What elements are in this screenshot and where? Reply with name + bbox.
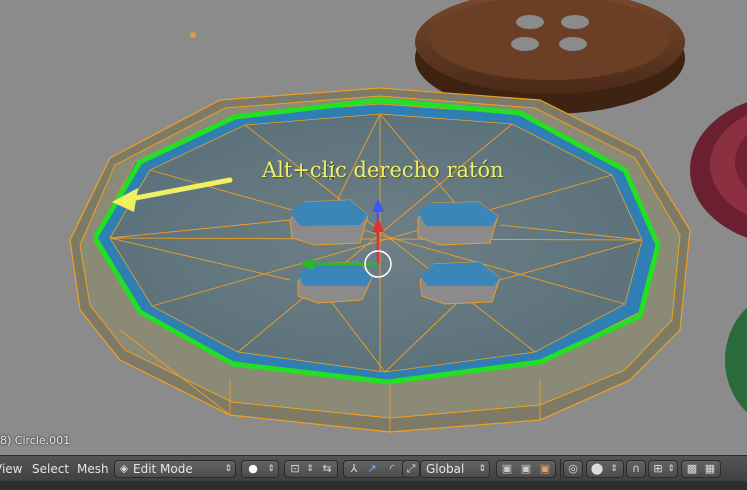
transform-orientation-dropdown[interactable]: Global ⇕ [420, 460, 490, 478]
manipulator-toggles[interactable]: ⅄ ↗ ◜ [343, 460, 405, 478]
active-object-label: 8) Circle.001 [0, 434, 71, 447]
dropdown-arrows-icon: ⇕ [610, 464, 618, 474]
scale-manipulator-button[interactable]: ⤢ [402, 460, 420, 478]
vertex-select-icon: ▣ [501, 462, 513, 475]
header-separator [560, 459, 561, 479]
3d-view-header: View Select Mesh ◈ Edit Mode ⇕ ● ⇕ ⊡ ⇕ ⇆… [0, 455, 747, 482]
select-mode-buttons[interactable]: ▣ ▣ ▣ [496, 460, 556, 478]
dropdown-arrows-icon: ⇕ [306, 464, 314, 474]
dropdown-arrows-icon: ⇕ [224, 464, 232, 474]
manipulator-center-icon: ⇆ [322, 462, 332, 475]
occlude-geometry-icon: ◎ [568, 462, 578, 475]
render-animation-icon: ▦ [704, 462, 716, 475]
edited-button-mesh[interactable] [69, 87, 691, 433]
translate-arrow-icon: ↗ [367, 462, 377, 475]
snap-element-dropdown[interactable]: ⊞ ⇕ [648, 460, 678, 478]
limit-selection-button[interactable]: ◎ [563, 460, 583, 478]
origin-dot [190, 32, 196, 38]
instruction-annotation: Alt+clic derecho ratón [262, 158, 504, 182]
dropdown-arrows-icon: ⇕ [478, 464, 486, 474]
viewport-shading-dropdown[interactable]: ● ⇕ [241, 460, 279, 478]
blender-window: Alt+clic derecho ratón 8) Circle.001 Vie… [0, 0, 747, 490]
solid-shading-icon: ● [248, 462, 258, 475]
view-menu[interactable]: View [0, 456, 22, 482]
dropdown-arrows-icon: ⇕ [667, 464, 675, 474]
green-button-object [725, 307, 747, 413]
editor-bottom-edge [0, 481, 747, 490]
orientation-label: Global [426, 462, 465, 476]
dropdown-arrows-icon: ⇕ [267, 464, 275, 474]
edit-mode-icon: ◈ [119, 462, 129, 475]
red-button-object [690, 102, 747, 238]
scale-icon: ⤢ [406, 462, 416, 475]
snap-toggle[interactable]: ∩ [626, 460, 646, 478]
select-menu[interactable]: Select [32, 456, 69, 482]
rotate-icon: ◜ [389, 462, 395, 475]
pivot-icon: ⊡ [290, 462, 300, 475]
face-select-icon: ▣ [539, 462, 551, 475]
render-buttons[interactable]: ▩ ▦ [681, 460, 721, 478]
mesh-menu[interactable]: Mesh [77, 456, 109, 482]
mode-dropdown-label: Edit Mode [133, 462, 193, 476]
mode-dropdown[interactable]: ◈ Edit Mode ⇕ [114, 460, 236, 478]
snap-grid-icon: ⊞ [653, 462, 663, 475]
pivot-point-dropdown[interactable]: ⊡ ⇕ ⇆ [284, 460, 338, 478]
viewport-scene[interactable] [0, 0, 747, 455]
magnet-icon: ∩ [631, 462, 641, 475]
proportional-edit-icon: ⬤ [590, 462, 604, 475]
edge-select-icon: ▣ [520, 462, 532, 475]
manipulator-axes-icon: ⅄ [350, 462, 358, 475]
render-image-icon: ▩ [686, 462, 698, 475]
proportional-edit-dropdown[interactable]: ⬤ ⇕ [586, 460, 624, 478]
3d-viewport[interactable]: Alt+clic derecho ratón 8) Circle.001 [0, 0, 747, 455]
